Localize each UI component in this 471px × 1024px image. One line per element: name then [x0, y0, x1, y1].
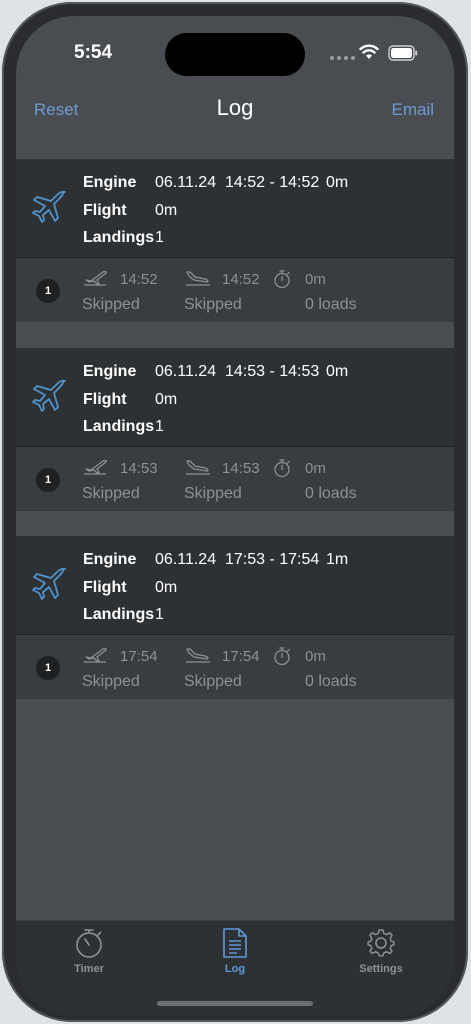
log-entry-summary[interactable]: Engine 06.11.24 14:53 - 14:53 0m Flight …	[16, 348, 454, 446]
entry-time-range: 14:52 - 14:52	[225, 174, 320, 191]
document-icon	[223, 928, 247, 958]
flight-label: Flight	[83, 579, 127, 596]
timer-value: 0m	[305, 271, 326, 288]
tab-label: Settings	[359, 963, 403, 975]
entry-date: 06.11.24	[155, 174, 217, 191]
log-list: Engine 06.11.24 14:52 - 14:52 0m Flight …	[16, 16, 454, 1016]
takeoff-icon	[84, 647, 107, 663]
flight-duration: 0m	[155, 202, 178, 219]
landings-count: 1	[155, 229, 164, 246]
takeoff-status: Skipped	[82, 673, 140, 690]
entry-time-range: 14:53 - 14:53	[225, 363, 320, 380]
log-entry-summary[interactable]: Engine 06.11.24 17:53 - 17:54 1m Flight …	[16, 536, 454, 634]
log-entry-detail[interactable]: 1 14:52 14:52 0m Skipped Skipped 0 loads	[16, 258, 454, 322]
timer-value: 0m	[305, 460, 326, 477]
app-screen: 5:54 Reset Log Email Engine 06.11.24 14:…	[16, 16, 454, 1016]
stopwatch-icon	[274, 270, 290, 289]
loads-count: 0 loads	[305, 673, 357, 690]
engine-duration: 1m	[326, 551, 349, 568]
airplane-icon	[32, 190, 66, 223]
entry-time-range: 17:53 - 17:54	[225, 551, 320, 568]
leg-number-badge: 1	[36, 279, 60, 303]
landings-count: 1	[155, 606, 164, 623]
timer-value: 0m	[305, 648, 326, 665]
home-indicator[interactable]	[157, 1001, 313, 1006]
flight-label: Flight	[83, 202, 127, 219]
airplane-icon	[32, 567, 66, 600]
log-entry-detail[interactable]: 1 14:53 14:53 0m Skipped Skipped 0 loads	[16, 447, 454, 511]
landing-icon	[186, 648, 210, 663]
engine-label: Engine	[83, 174, 137, 191]
landing-icon	[186, 460, 210, 475]
entry-date: 06.11.24	[155, 363, 217, 380]
landing-icon	[186, 271, 210, 286]
engine-duration: 0m	[326, 174, 349, 191]
landings-label: Landings	[83, 606, 155, 623]
takeoff-time: 17:54	[120, 648, 158, 665]
takeoff-status: Skipped	[82, 296, 140, 313]
gear-icon	[367, 929, 395, 957]
airplane-icon	[32, 379, 66, 412]
entry-date: 06.11.24	[155, 551, 217, 568]
stopwatch-icon	[274, 647, 290, 666]
leg-number-badge: 1	[36, 468, 60, 492]
tab-label: Log	[224, 963, 246, 975]
engine-label: Engine	[83, 551, 137, 568]
landing-time: 14:53	[222, 460, 260, 477]
engine-duration: 0m	[326, 363, 349, 380]
tab-settings[interactable]: Settings	[308, 921, 454, 991]
takeoff-status: Skipped	[82, 485, 140, 502]
tab-label: Timer	[74, 963, 104, 975]
phone-frame: 5:54 Reset Log Email Engine 06.11.24 14:…	[0, 0, 471, 1024]
landings-label: Landings	[83, 229, 155, 246]
takeoff-time: 14:53	[120, 460, 158, 477]
takeoff-icon	[84, 270, 107, 286]
landing-time: 17:54	[222, 648, 260, 665]
landing-status: Skipped	[184, 673, 242, 690]
landing-status: Skipped	[184, 485, 242, 502]
engine-label: Engine	[83, 363, 137, 380]
landing-time: 14:52	[222, 271, 260, 288]
landings-label: Landings	[83, 418, 155, 435]
log-entry-summary[interactable]: Engine 06.11.24 14:52 - 14:52 0m Flight …	[16, 159, 454, 257]
flight-label: Flight	[83, 391, 127, 408]
loads-count: 0 loads	[305, 296, 357, 313]
tab-log[interactable]: Log	[162, 921, 308, 991]
landing-status: Skipped	[184, 296, 242, 313]
tab-timer[interactable]: Timer	[16, 921, 162, 991]
flight-duration: 0m	[155, 579, 178, 596]
stopwatch-icon	[76, 929, 102, 958]
leg-number-badge: 1	[36, 656, 60, 680]
takeoff-icon	[84, 459, 107, 475]
loads-count: 0 loads	[305, 485, 357, 502]
flight-duration: 0m	[155, 391, 178, 408]
log-entry-detail[interactable]: 1 17:54 17:54 0m Skipped Skipped 0 loads	[16, 635, 454, 699]
stopwatch-icon	[274, 459, 290, 478]
takeoff-time: 14:52	[120, 271, 158, 288]
landings-count: 1	[155, 418, 164, 435]
